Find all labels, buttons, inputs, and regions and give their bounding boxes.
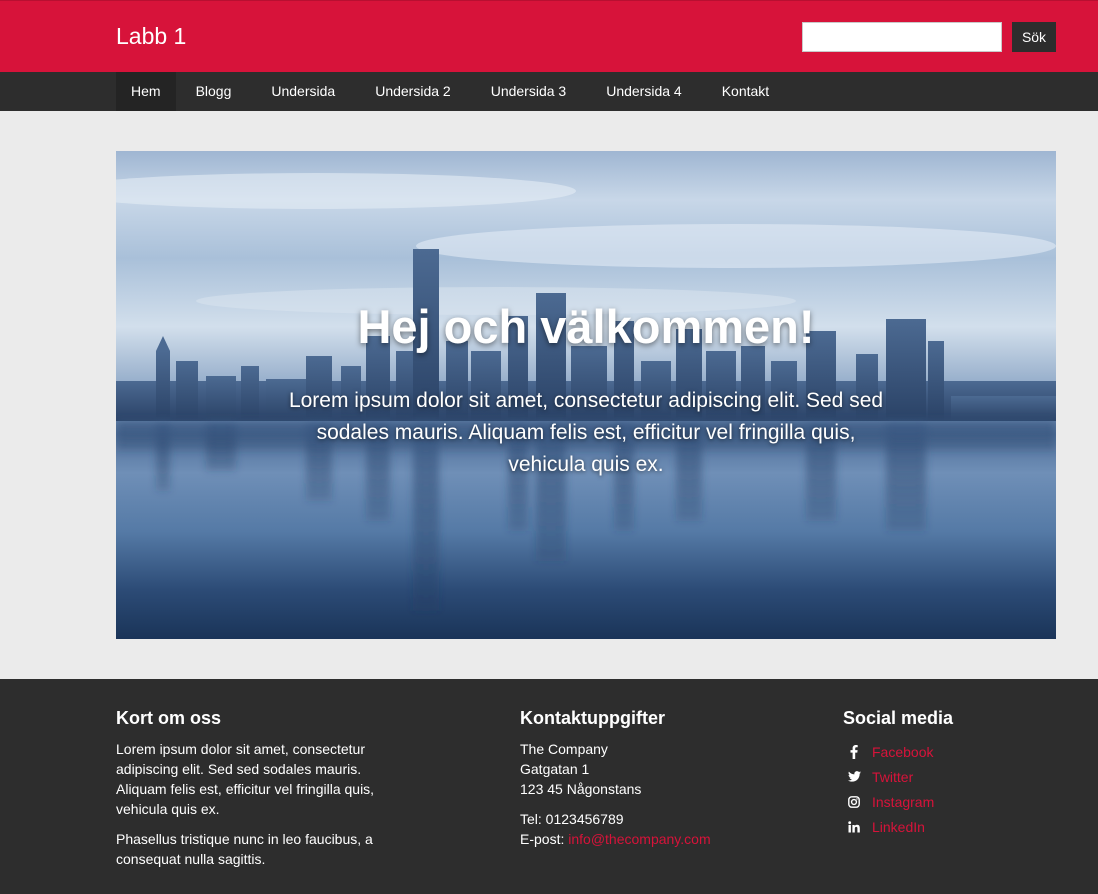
- linkedin-icon: [845, 818, 863, 836]
- site-header: Labb 1 Sök: [0, 0, 1098, 72]
- social-list: Facebook Twitter Instagram LinkedIn: [843, 739, 1056, 839]
- footer-about-heading: Kort om oss: [116, 708, 222, 728]
- nav-item-undersida[interactable]: Undersida: [251, 72, 355, 111]
- twitter-icon: [845, 768, 863, 786]
- search-button[interactable]: Sök: [1012, 22, 1056, 52]
- contact-street: Gatgatan 1: [520, 761, 590, 777]
- nav-item-undersida-4[interactable]: Undersida 4: [586, 72, 702, 111]
- nav-item-undersida-2[interactable]: Undersida 2: [355, 72, 471, 111]
- contact-email-label: E-post:: [520, 831, 569, 847]
- nav-item-kontakt[interactable]: Kontakt: [702, 72, 789, 111]
- footer-contact: Kontaktuppgifter The Company Gatgatan 1 …: [520, 708, 780, 849]
- social-item-linkedin: LinkedIn: [843, 814, 1056, 839]
- social-item-instagram: Instagram: [843, 789, 1056, 814]
- linkedin-link[interactable]: LinkedIn: [872, 819, 925, 835]
- twitter-link[interactable]: Twitter: [872, 769, 913, 785]
- instagram-link[interactable]: Instagram: [872, 794, 934, 810]
- site-logo[interactable]: Labb 1: [116, 23, 186, 50]
- social-item-facebook: Facebook: [843, 739, 1056, 764]
- hero-banner: Hej och välkommen! Lorem ipsum dolor sit…: [116, 151, 1056, 639]
- nav-item-undersida-3[interactable]: Undersida 3: [471, 72, 587, 111]
- main-nav: Hem Blogg Undersida Undersida 2 Undersid…: [0, 72, 1098, 111]
- hero-title: Hej och välkommen!: [357, 300, 815, 353]
- contact-city: 123 45 Någonstans: [520, 781, 642, 797]
- nav-item-blogg[interactable]: Blogg: [176, 72, 252, 111]
- facebook-icon: [845, 743, 863, 761]
- contact-phone: Tel: 0123456789: [520, 811, 624, 827]
- footer-about: Kort om oss Lorem ipsum dolor sit amet, …: [116, 708, 406, 869]
- site-footer: Kort om oss Lorem ipsum dolor sit amet, …: [0, 679, 1098, 894]
- footer-about-text: Lorem ipsum dolor sit amet, consectetur …: [116, 741, 375, 817]
- contact-email-row: E-post: info@thecompany.com: [520, 829, 780, 849]
- footer-social-heading: Social media: [843, 708, 954, 728]
- search-input[interactable]: [802, 22, 1002, 52]
- contact-company: The Company: [520, 741, 608, 757]
- nav-list: Hem Blogg Undersida Undersida 2 Undersid…: [116, 72, 789, 111]
- footer-contact-heading: Kontaktuppgifter: [520, 708, 665, 728]
- facebook-link[interactable]: Facebook: [872, 744, 933, 760]
- footer-social: Social media Facebook Twitter Instagram: [843, 708, 1056, 839]
- instagram-icon: [845, 793, 863, 811]
- hero-text: Lorem ipsum dolor sit amet, consectetur …: [288, 389, 884, 476]
- nav-item-hem[interactable]: Hem: [116, 72, 176, 111]
- footer-about-text-2: Phasellus tristique nunc in leo faucibus…: [116, 831, 373, 867]
- social-item-twitter: Twitter: [843, 764, 1056, 789]
- contact-email-link[interactable]: info@thecompany.com: [568, 831, 710, 847]
